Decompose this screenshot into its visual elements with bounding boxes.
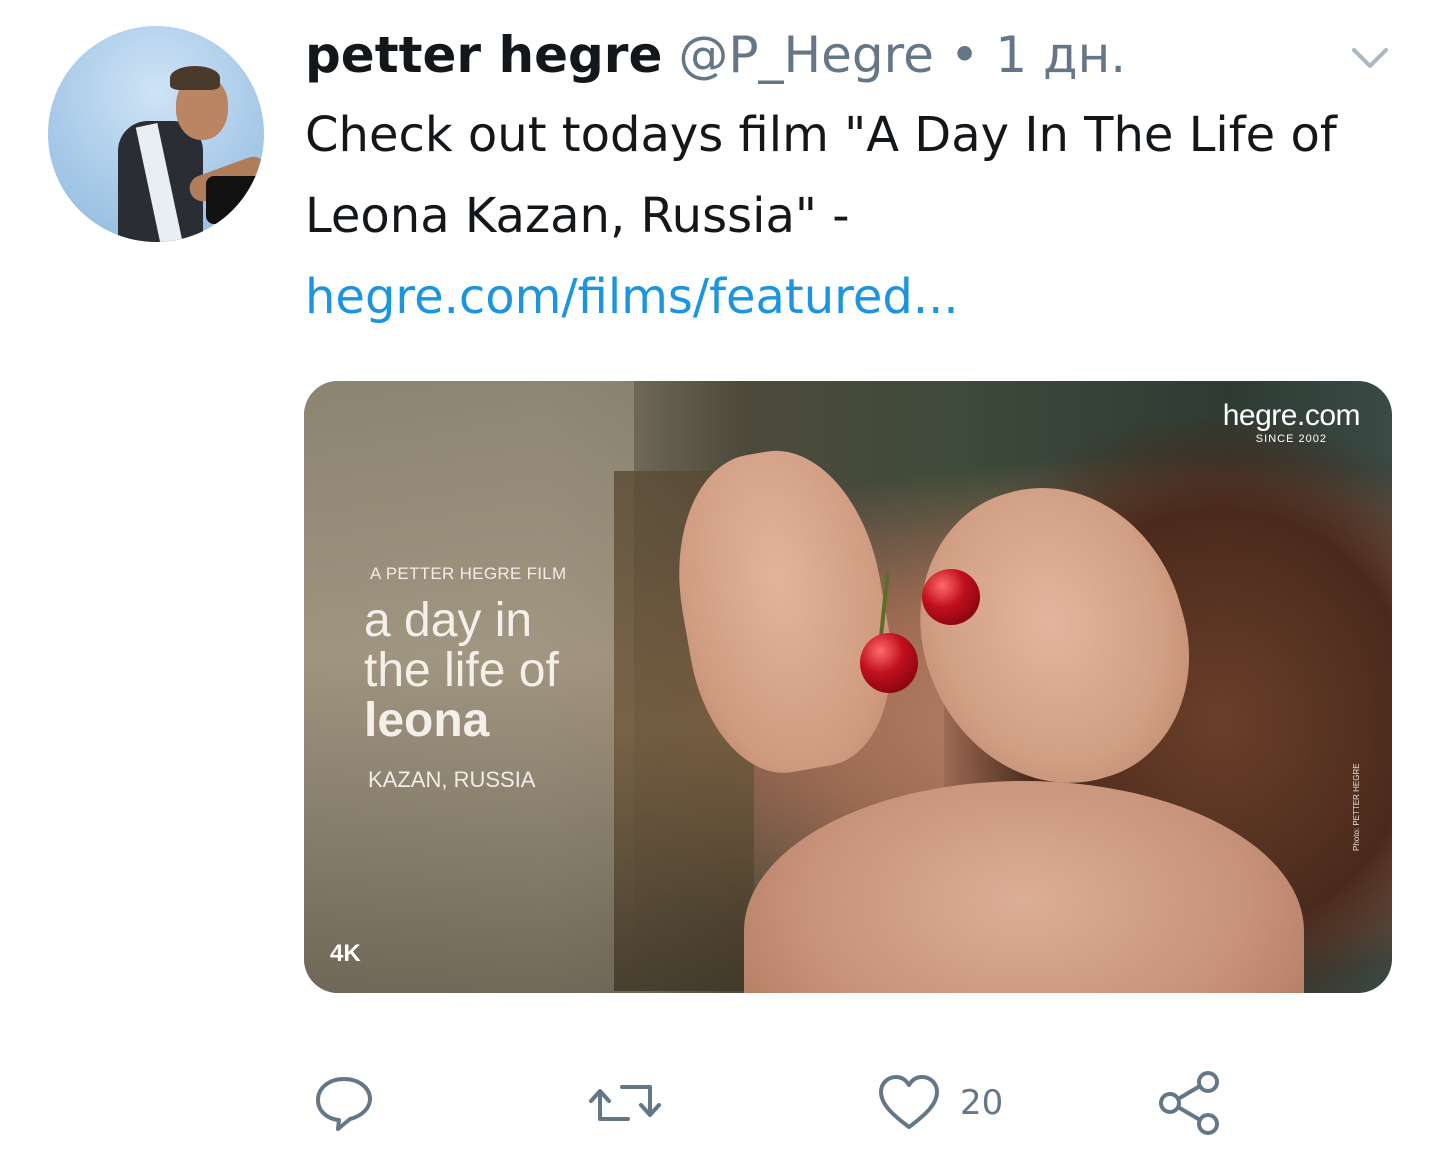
tweet-media-card[interactable]: A PETTER HEGRE FILM a day in the life of…	[304, 381, 1392, 993]
heart-icon	[876, 1071, 942, 1135]
film-title-line-1: a day in	[364, 594, 533, 647]
share-icon	[1156, 1068, 1226, 1138]
reply-icon	[312, 1071, 376, 1135]
author-avatar[interactable]	[48, 26, 264, 242]
avatar-figure-hair	[170, 66, 220, 90]
tweet-header: petter hegre @P_Hegre • 1 дн.	[305, 22, 1126, 88]
like-count: 20	[960, 1083, 1004, 1123]
avatar-camera	[206, 176, 264, 224]
share-button[interactable]	[1156, 1058, 1226, 1148]
tweet-body: Check out todays film "A Day In The Life…	[305, 107, 1337, 244]
retweet-icon	[588, 1071, 662, 1135]
brand-since: SINCE 2002	[1255, 433, 1327, 445]
film-title: a day in the life of leona	[364, 596, 559, 746]
tweet-time[interactable]: 1 дн.	[995, 22, 1126, 88]
tweet-text: Check out todays film "A Day In The Life…	[305, 95, 1385, 338]
tweet-actions: 20	[0, 1058, 1434, 1148]
like-button[interactable]: 20	[876, 1058, 1003, 1148]
brand-logo: hegre.com SINCE 2002	[1222, 399, 1361, 445]
retweet-button[interactable]	[588, 1058, 662, 1148]
film-title-line-2: the life of	[364, 644, 559, 697]
reply-button[interactable]	[312, 1058, 376, 1148]
film-title-name: leona	[364, 694, 490, 747]
film-credit: A PETTER HEGRE FILM	[370, 564, 567, 583]
photo-credit: Photo: PETTER HEGRE	[1352, 763, 1361, 851]
brand-name: hegre.com	[1222, 399, 1361, 432]
author-handle[interactable]: @P_Hegre	[678, 22, 933, 88]
resolution-badge: 4K	[330, 940, 361, 967]
cherry-1	[922, 569, 980, 625]
cherry-2	[860, 633, 918, 693]
film-location: KAZAN, RUSSIA	[368, 767, 536, 792]
tweet-link[interactable]: hegre.com/films/featured...	[305, 269, 959, 325]
chevron-down-icon[interactable]	[1348, 40, 1392, 76]
author-name[interactable]: petter hegre	[305, 22, 662, 88]
header-separator: •	[949, 26, 980, 84]
